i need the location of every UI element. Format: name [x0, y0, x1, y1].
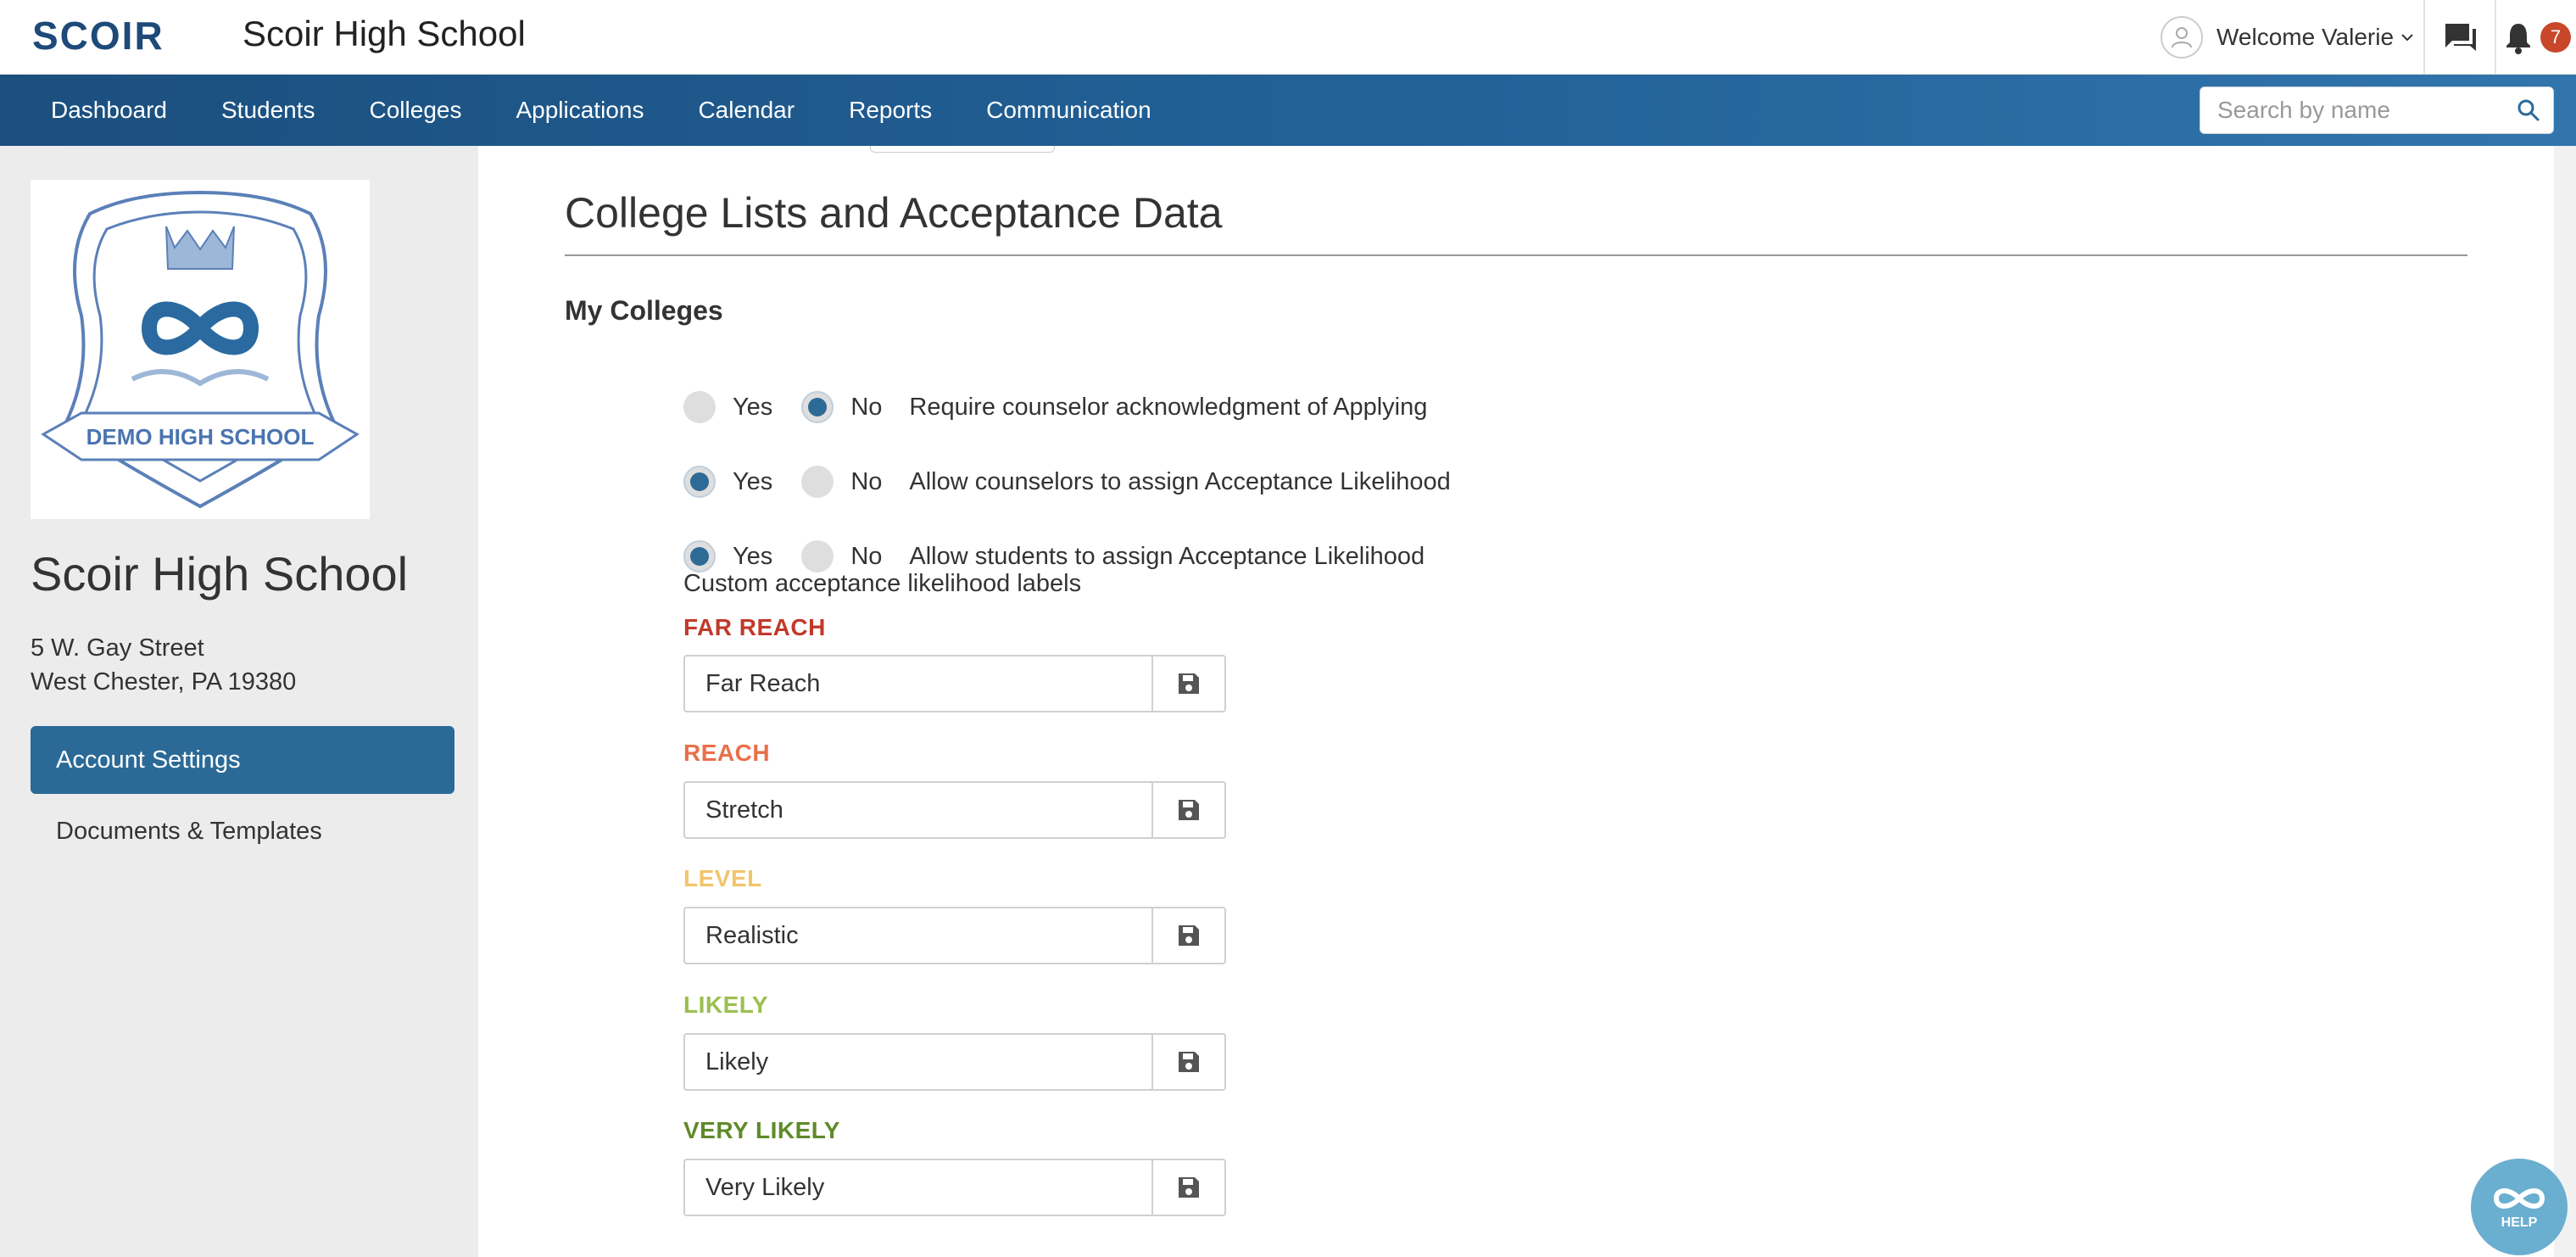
likelihood-label-far-reach: FAR REACH [683, 614, 826, 640]
crest-text: DEMO HIGH SCHOOL [86, 424, 315, 450]
save-very-likely-button[interactable] [1151, 1159, 1226, 1216]
nav-reports[interactable]: Reports [822, 97, 959, 124]
logo-text: SCOIR [32, 15, 164, 58]
welcome-text[interactable]: Welcome Valerie [2216, 24, 2394, 51]
radio-yes[interactable] [683, 540, 716, 573]
save-reach-button[interactable] [1151, 781, 1226, 839]
option-description: Allow students to assign Acceptance Like… [909, 542, 1425, 570]
help-button[interactable]: HELP [2471, 1159, 2568, 1255]
reach-input[interactable] [683, 781, 1153, 839]
divider [2495, 0, 2496, 75]
radio-yes-label: Yes [733, 393, 773, 421]
divider [2423, 0, 2425, 75]
save-icon [1179, 673, 1199, 694]
top-bar: SCOIR Scoir High School Welcome Valerie … [0, 0, 2576, 75]
avatar[interactable] [2161, 16, 2203, 59]
sidebar-item-documents-templates[interactable]: Documents & Templates [31, 797, 454, 865]
address-line-1: 5 W. Gay Street [31, 634, 204, 662]
radio-no[interactable] [801, 391, 834, 423]
very-likely-input[interactable] [683, 1159, 1153, 1216]
school-crest-image: DEMO HIGH SCHOOL [41, 190, 360, 509]
nav-colleges[interactable]: Colleges [343, 97, 489, 124]
save-level-button[interactable] [1151, 907, 1226, 964]
radio-yes[interactable] [683, 466, 716, 498]
school-crest: DEMO HIGH SCHOOL [31, 180, 370, 519]
page-title: College Lists and Acceptance Data [565, 189, 1223, 237]
notification-badge[interactable]: 7 [2540, 22, 2571, 53]
tab-stub [870, 146, 1055, 153]
custom-labels-title: Custom acceptance likelihood labels [683, 570, 1082, 597]
radio-no-label: No [850, 393, 883, 421]
radio-yes-label: Yes [733, 542, 773, 570]
help-label: HELP [2501, 1215, 2538, 1230]
likelihood-label-very-likely: VERY LIKELY [683, 1117, 840, 1143]
nav-applications[interactable]: Applications [488, 97, 671, 124]
save-likely-button[interactable] [1151, 1033, 1226, 1091]
user-menu[interactable]: Welcome Valerie [2161, 12, 2414, 63]
chat-icon[interactable] [2442, 20, 2479, 54]
user-icon [2172, 27, 2192, 48]
likelihood-label-likely: LIKELY [683, 992, 768, 1018]
school-address: 5 W. Gay Street West Chester, PA 19380 [31, 631, 296, 699]
bell-icon[interactable] [2503, 20, 2534, 54]
section-title: My Colleges [565, 295, 723, 326]
likelihood-label-reach: REACH [683, 740, 771, 766]
radio-no-label: No [850, 542, 883, 570]
radio-yes[interactable] [683, 391, 716, 423]
save-icon [1179, 800, 1199, 820]
header-school-title: Scoir High School [243, 14, 526, 53]
scroll-gutter [2554, 146, 2576, 1257]
option-row-require-ack: Yes No Require counselor acknowledgment … [683, 386, 1427, 428]
search-box[interactable] [2200, 87, 2554, 134]
sidebar: DEMO HIGH SCHOOL Scoir High School 5 W. … [0, 146, 478, 1257]
chevron-down-icon[interactable] [2400, 32, 2414, 42]
save-icon [1179, 1177, 1199, 1198]
search-input[interactable] [2217, 97, 2506, 124]
option-description: Allow counselors to assign Acceptance Li… [909, 467, 1451, 495]
likely-input[interactable] [683, 1033, 1153, 1091]
save-icon [1179, 925, 1199, 946]
nav-dashboard[interactable]: Dashboard [24, 97, 194, 124]
scoir-logo[interactable]: SCOIR [32, 15, 181, 58]
main-content: College Lists and Acceptance Data My Col… [478, 146, 2554, 1257]
likelihood-label-level: LEVEL [683, 865, 762, 891]
nav-communication[interactable]: Communication [959, 97, 1179, 124]
level-input[interactable] [683, 907, 1153, 964]
nav-students[interactable]: Students [194, 97, 343, 124]
divider [565, 254, 2467, 256]
far-reach-input[interactable] [683, 655, 1153, 712]
radio-no[interactable] [801, 466, 834, 498]
sidebar-item-account-settings[interactable]: Account Settings [31, 726, 454, 794]
radio-no-label: No [850, 467, 883, 495]
nav-calendar[interactable]: Calendar [671, 97, 822, 124]
main-nav: Dashboard Students Colleges Applications… [0, 75, 2576, 146]
option-row-counselor-likelihood: Yes No Allow counselors to assign Accept… [683, 461, 1451, 503]
sidebar-school-name: Scoir High School [31, 547, 409, 601]
infinity-icon [2493, 1188, 2545, 1209]
radio-no[interactable] [801, 540, 834, 573]
radio-yes-label: Yes [733, 467, 773, 495]
save-icon [1179, 1052, 1199, 1072]
option-description: Require counselor acknowledgment of Appl… [909, 393, 1428, 421]
search-icon[interactable] [2516, 98, 2541, 123]
save-far-reach-button[interactable] [1151, 655, 1226, 712]
address-line-2: West Chester, PA 19380 [31, 668, 297, 696]
